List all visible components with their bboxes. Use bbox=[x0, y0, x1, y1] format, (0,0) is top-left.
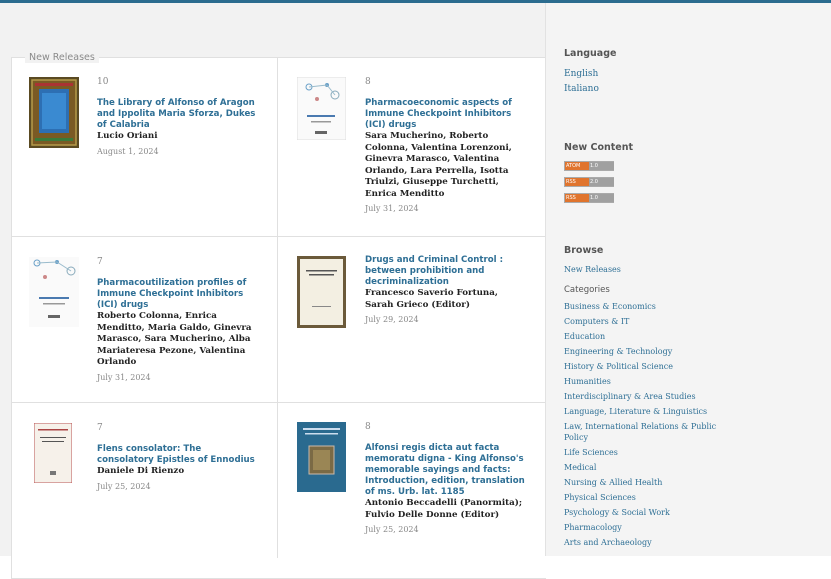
book-title-link[interactable]: Pharmacoeconomic aspects of Immune Check… bbox=[365, 98, 527, 131]
book-count: 7 bbox=[97, 423, 103, 433]
category-link[interactable]: Arts and Archaeology bbox=[564, 535, 734, 550]
book-cover[interactable] bbox=[29, 77, 79, 148]
feed-version-label: 2.0 bbox=[589, 178, 614, 186]
rss1-feed-button[interactable]: RSS 1.0 bbox=[564, 193, 614, 203]
book-date: July 25, 2024 bbox=[97, 481, 151, 491]
browse-block: Browse New Releases Categories Business … bbox=[564, 245, 734, 550]
category-link[interactable]: Education bbox=[564, 329, 734, 344]
feed-version-label: 1.0 bbox=[589, 162, 614, 170]
book-count: 10 bbox=[97, 77, 109, 87]
book-authors: Sara Mucherino, Roberto Colonna, Valenti… bbox=[365, 131, 512, 199]
feed-format-label: ATOM bbox=[565, 162, 590, 170]
language-block: Language English Italiano bbox=[564, 48, 616, 97]
category-link[interactable]: Interdisciplinary & Area Studies bbox=[564, 389, 734, 404]
category-link[interactable]: Pharmacology bbox=[564, 520, 734, 535]
feed-version-label: 1.0 bbox=[589, 194, 614, 202]
feed-format-label: RSS bbox=[565, 178, 590, 186]
category-link[interactable]: Psychology & Social Work bbox=[564, 505, 734, 520]
category-link[interactable]: History & Political Science bbox=[564, 359, 734, 374]
row-divider bbox=[11, 236, 545, 237]
categories-heading: Categories bbox=[564, 285, 610, 295]
book-authors: Francesco Saverio Fortuna, Sarah Grieco … bbox=[365, 288, 498, 310]
language-link-english[interactable]: English bbox=[564, 67, 616, 82]
book-title-link[interactable]: Pharmacoutilization profiles of Immune C… bbox=[97, 278, 259, 311]
browse-heading: Browse bbox=[564, 245, 604, 256]
language-link-italiano[interactable]: Italiano bbox=[564, 82, 616, 97]
book-count: 8 bbox=[365, 422, 371, 432]
section-label: New Releases bbox=[25, 52, 99, 63]
browse-new-releases-link[interactable]: New Releases bbox=[564, 262, 734, 277]
category-list: Business & Economics Computers & IT Educ… bbox=[564, 299, 734, 550]
book-date: August 1, 2024 bbox=[97, 146, 159, 156]
category-link[interactable]: Computers & IT bbox=[564, 314, 734, 329]
book-date: July 29, 2024 bbox=[365, 315, 419, 324]
book-title-link[interactable]: The Library of Alfonso of Aragon and Ipp… bbox=[97, 98, 259, 131]
category-link[interactable]: Medical bbox=[564, 460, 734, 475]
feed-format-label: RSS bbox=[565, 194, 590, 202]
column-divider bbox=[277, 58, 278, 558]
category-link[interactable]: Physical Sciences bbox=[564, 490, 734, 505]
category-link[interactable]: Nursing & Allied Health bbox=[564, 475, 734, 490]
book-authors: Lucio Oriani bbox=[97, 131, 158, 141]
book-cover[interactable] bbox=[29, 257, 79, 327]
new-content-block: New Content ATOM 1.0 RSS 2.0 RSS 1.0 bbox=[564, 142, 633, 209]
book-title-link[interactable]: Drugs and Criminal Control : between pro… bbox=[365, 255, 527, 288]
atom-feed-button[interactable]: ATOM 1.0 bbox=[564, 161, 614, 171]
category-link[interactable]: Business & Economics bbox=[564, 299, 734, 314]
rss2-feed-button[interactable]: RSS 2.0 bbox=[564, 177, 614, 187]
category-link[interactable]: Language, Literature & Linguistics bbox=[564, 404, 734, 419]
category-link[interactable]: Humanities bbox=[564, 374, 734, 389]
book-count: 8 bbox=[365, 77, 371, 87]
book-cover[interactable] bbox=[297, 256, 346, 328]
book-authors: Daniele Di Rienzo bbox=[97, 466, 185, 476]
book-title-link[interactable]: Alfonsi regis dicta aut facta memoratu d… bbox=[365, 443, 527, 498]
row-divider bbox=[11, 402, 545, 403]
book-cover[interactable] bbox=[297, 422, 346, 492]
category-link[interactable]: Life Sciences bbox=[564, 445, 734, 460]
sidebar: Language English Italiano New Content AT… bbox=[545, 3, 831, 556]
book-cover[interactable] bbox=[34, 423, 72, 483]
book-cover[interactable] bbox=[297, 77, 346, 140]
category-link[interactable]: Law, International Relations & Public Po… bbox=[564, 419, 734, 445]
book-date: July 31, 2024 bbox=[97, 372, 151, 382]
book-date: July 25, 2024 bbox=[365, 525, 419, 534]
category-link[interactable]: Engineering & Technology bbox=[564, 344, 734, 359]
book-date: July 31, 2024 bbox=[365, 204, 419, 213]
book-title-link[interactable]: Flens consolator: The consolatory Epistl… bbox=[97, 444, 259, 466]
book-count: 7 bbox=[97, 257, 103, 267]
language-heading: Language bbox=[564, 48, 617, 59]
new-content-heading: New Content bbox=[564, 142, 634, 153]
book-authors: Antonio Beccadelli (Panormita); Fulvio D… bbox=[365, 498, 523, 520]
book-authors: Roberto Colonna, Enrica Menditto, Maria … bbox=[97, 311, 252, 367]
